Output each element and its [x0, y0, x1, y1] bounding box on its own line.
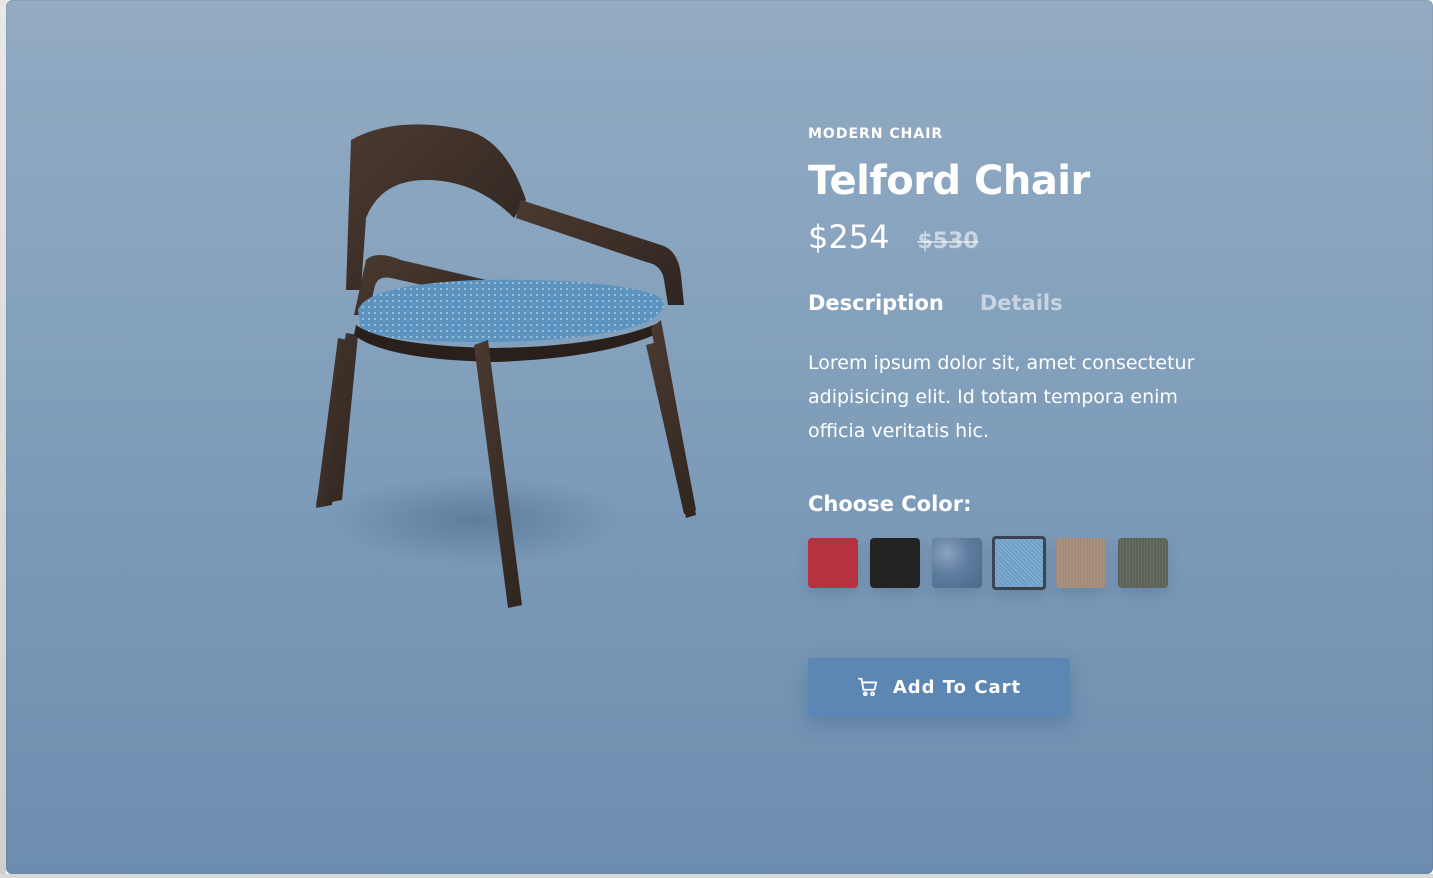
tab-details[interactable]: Details: [980, 291, 1063, 315]
window-bottom-edge: [0, 874, 1433, 878]
product-description: Lorem ipsum dolor sit, amet consectetur …: [808, 352, 1195, 442]
price-row: $254 $530: [808, 218, 1248, 258]
chair-image: [276, 100, 736, 640]
add-to-cart-button[interactable]: Add To Cart: [808, 658, 1070, 716]
product-title: Telford Chair: [808, 158, 1090, 204]
choose-color-label: Choose Color:: [808, 492, 972, 516]
add-to-cart-label: Add To Cart: [892, 676, 1022, 698]
color-swatch-red[interactable]: [808, 538, 858, 588]
product-details: MODERN CHAIR Telford Chair $254 $530 Des…: [808, 118, 1248, 716]
info-tabs: Description Details: [808, 288, 1248, 318]
tab-description[interactable]: Description: [808, 291, 944, 315]
color-swatch-beige[interactable]: [1056, 538, 1106, 588]
cart-icon: [857, 677, 877, 697]
color-swatch-light-blue[interactable]: [992, 536, 1046, 590]
current-price: $254: [808, 218, 890, 256]
color-swatch-denim[interactable]: [932, 538, 982, 588]
product-category: MODERN CHAIR: [808, 126, 944, 142]
color-swatch-gray[interactable]: [1118, 538, 1168, 588]
color-swatches: [808, 536, 1248, 590]
color-swatch-black[interactable]: [870, 538, 920, 588]
original-price: $530: [917, 229, 979, 254]
product-card: MODERN CHAIR Telford Chair $254 $530 Des…: [6, 0, 1433, 874]
